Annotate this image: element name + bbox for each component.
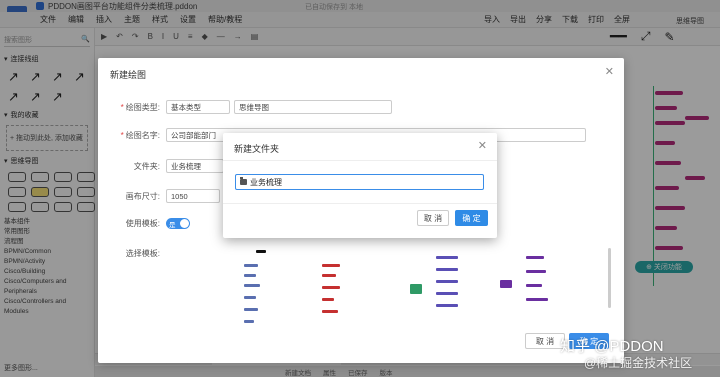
row-choose: 选择模板: <box>98 248 166 259</box>
template-scrollbar[interactable] <box>608 248 611 308</box>
folder-cancel-button[interactable]: 取 消 <box>417 210 449 226</box>
name-label: 绘图名字: <box>125 130 160 140</box>
folder-icon <box>240 177 247 185</box>
new-folder-dialog: 新建文件夹 ✕ 业务梳理 取 消 确 定 <box>223 133 497 238</box>
template-thumb[interactable] <box>406 244 490 348</box>
type-select[interactable]: 基本类型 <box>166 100 230 114</box>
close-icon[interactable]: ✕ <box>478 139 487 152</box>
divider <box>223 203 497 204</box>
row-size: 画布尺寸: 1050 <box>98 189 220 203</box>
watermark-juejin: @稀土掘金技术社区 <box>584 356 693 370</box>
type-label: 绘图类型: <box>125 102 160 112</box>
folder-confirm-button[interactable]: 确 定 <box>455 210 488 226</box>
cancel-button[interactable]: 取 消 <box>525 333 565 349</box>
subtype-select[interactable]: 思维导图 <box>234 100 392 114</box>
folder-label: 文件夹: <box>133 161 160 171</box>
row-template: 使用模板: 是 <box>98 218 190 229</box>
choose-label: 选择模板: <box>125 249 160 258</box>
row-folder: 文件夹: 业务梳理 <box>98 159 224 173</box>
folder-select[interactable]: 业务梳理 <box>166 159 224 173</box>
dialog-title: 新建绘图 <box>110 70 147 80</box>
watermark-zhihu: 知乎 @PDDON <box>560 338 664 355</box>
divider <box>223 160 497 161</box>
template-label: 使用模板: <box>125 219 160 228</box>
template-thumb[interactable] <box>316 244 400 348</box>
folder-dialog-title: 新建文件夹 <box>234 144 280 154</box>
template-thumb[interactable] <box>226 244 310 348</box>
folder-name-input[interactable]: 业务梳理 <box>235 174 484 190</box>
size-input[interactable]: 1050 <box>166 189 220 203</box>
row-type: * 绘图类型: 基本类型 思维导图 <box>98 100 392 114</box>
size-label: 画布尺寸: <box>125 191 160 201</box>
close-icon[interactable]: ✕ <box>605 65 614 78</box>
template-toggle[interactable]: 是 <box>166 218 190 229</box>
folder-name-value: 业务梳理 <box>250 177 282 187</box>
toggle-text: 是 <box>169 222 176 229</box>
